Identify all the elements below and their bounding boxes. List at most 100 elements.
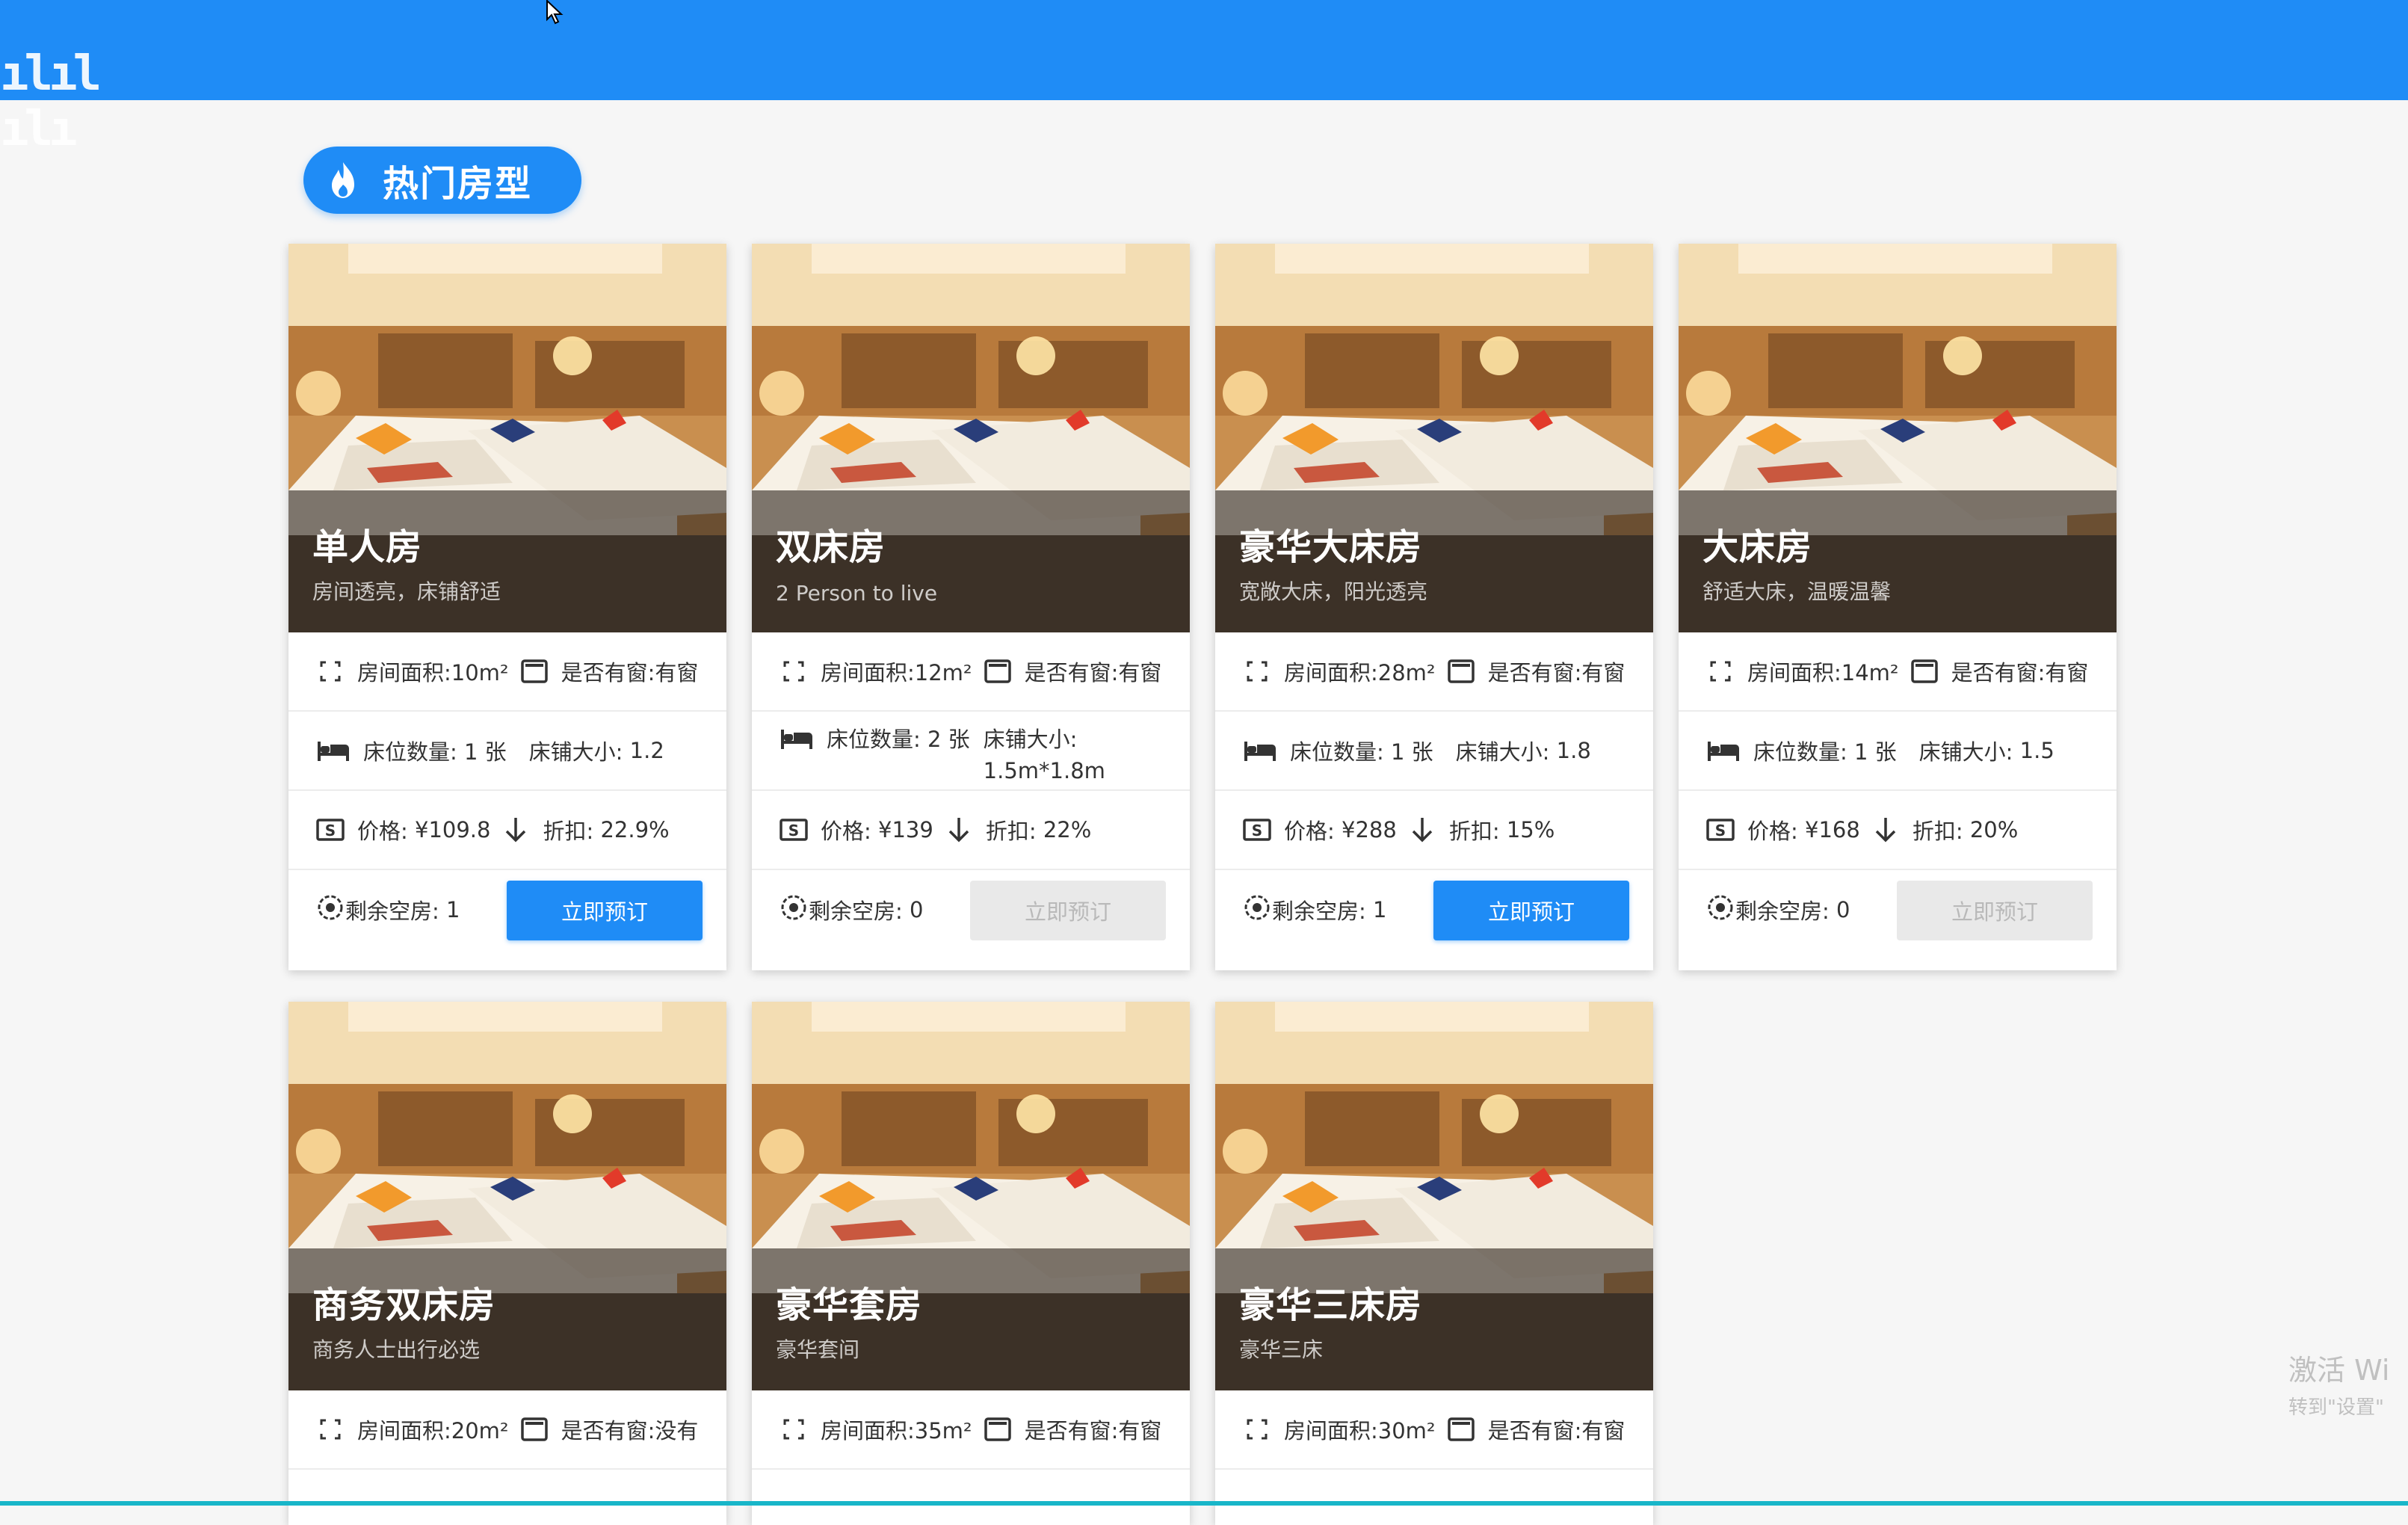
discount-label: 折扣:: [1449, 814, 1500, 845]
windows-activation-watermark: 激活 Wi 转到"设置": [2288, 1352, 2408, 1426]
book-now-button[interactable]: 立即预订: [1433, 881, 1629, 940]
stock-value: 0: [910, 897, 923, 922]
bed-count-label: 床位数量:: [827, 727, 921, 752]
discount-label: 折扣:: [986, 814, 1037, 845]
room-bed-row: 床位数量: 2 张 床铺大小:1.5m*1.8m: [752, 712, 1190, 791]
room-window: 是否有窗:没有: [561, 1414, 699, 1445]
dollar-icon: S: [779, 815, 809, 845]
room-photo: 豪华套房 豪华套间: [752, 1002, 1190, 1390]
bed-count-label: 床位数量:: [1290, 735, 1384, 766]
stock-label: 剩余空房:: [1735, 894, 1830, 925]
book-now-button[interactable]: 立即预订: [507, 881, 703, 940]
room-card[interactable]: 双床房 2 Person to live 房间面积:12m² 是否有窗:有窗 床…: [752, 244, 1190, 970]
room-area: 房间面积:28m²: [1284, 656, 1436, 687]
room-description: 房间透亮，床铺舒适: [312, 576, 501, 606]
bed-count-label: 床位数量:: [1753, 735, 1847, 766]
bed-icon: [315, 736, 351, 765]
book-now-button[interactable]: 立即预订: [970, 881, 1166, 940]
target-icon: [1705, 893, 1735, 928]
target-icon: [1242, 893, 1272, 928]
expand-icon: [1242, 1414, 1272, 1444]
bed-count-label: 床位数量:: [363, 735, 457, 766]
arrow-down-icon: [1871, 815, 1901, 845]
bed-size: 1.5: [2020, 738, 2054, 763]
room-bed-row: 床位数量: 1 张 床铺大小: 1.2: [288, 712, 726, 791]
window-icon: [519, 1414, 549, 1444]
window-icon: [1910, 656, 1939, 686]
room-name: 大床房: [1702, 517, 1812, 570]
room-description: 宽敞大床，阳光透亮: [1239, 576, 1427, 606]
target-icon: [315, 893, 345, 928]
room-name: 商务双床房: [312, 1275, 496, 1328]
price-label: 价格:: [1747, 814, 1798, 845]
room-area: 房间面积:20m²: [357, 1414, 509, 1445]
expand-icon: [1705, 656, 1735, 686]
window-icon: [1446, 656, 1476, 686]
book-now-button[interactable]: 立即预订: [1897, 881, 2093, 940]
room-window: 是否有窗:有窗: [1951, 656, 2089, 687]
room-card[interactable]: 豪华大床房 宽敞大床，阳光透亮 房间面积:28m² 是否有窗:有窗 床位数量: …: [1215, 244, 1653, 970]
price-label: 价格:: [821, 814, 871, 845]
room-name: 豪华大床房: [1239, 517, 1422, 570]
room-card[interactable]: 大床房 舒适大床，温暖温馨 房间面积:14m² 是否有窗:有窗 床位数量: 1 …: [1679, 244, 2117, 970]
room-area-window-row: 房间面积:20m² 是否有窗:没有: [288, 1390, 726, 1470]
expand-icon: [779, 656, 809, 686]
price-label: 价格:: [357, 814, 408, 845]
discount-value: 20%: [1970, 817, 2018, 842]
room-card[interactable]: 单人房 房间透亮，床铺舒适 房间面积:10m² 是否有窗:有窗 床位数量: 1 …: [288, 244, 726, 970]
price-label: 价格:: [1284, 814, 1335, 845]
room-area-window-row: 房间面积:10m² 是否有窗:有窗: [288, 632, 726, 712]
dollar-icon: S: [315, 815, 345, 845]
bed-count: 1 张: [1854, 735, 1897, 766]
arrow-down-icon: [501, 815, 531, 845]
svg-text:S: S: [1252, 822, 1262, 839]
arrow-down-icon: [1407, 815, 1437, 845]
room-photo: 豪华三床房 豪华三床: [1215, 1002, 1653, 1390]
room-window: 是否有窗:有窗: [1488, 1414, 1626, 1445]
arrow-down-icon: [944, 815, 974, 845]
room-card[interactable]: 豪华套房 豪华套间 房间面积:35m² 是否有窗:有窗: [752, 1002, 1190, 1525]
bed-size-label: 床铺大小:: [984, 727, 1078, 752]
bed-icon: [779, 724, 815, 754]
stock-label: 剩余空房:: [1272, 894, 1366, 925]
bed-size: 1.8: [1557, 738, 1591, 763]
room-window: 是否有窗:有窗: [1025, 656, 1162, 687]
stock-label: 剩余空房:: [809, 894, 903, 925]
stock-value: 1: [1373, 897, 1386, 922]
price-value: ¥288: [1342, 817, 1397, 842]
room-window: 是否有窗:有窗: [561, 656, 699, 687]
room-area-window-row: 房间面积:30m² 是否有窗:有窗: [1215, 1390, 1653, 1470]
stock-label: 剩余空房:: [345, 894, 439, 925]
fire-icon: [326, 161, 360, 200]
bilibili-logo-icon: ılıl ılı: [0, 46, 149, 136]
top-header-bar: [0, 0, 2408, 100]
discount-value: 15%: [1507, 817, 1555, 842]
room-description: 2 Person to live: [776, 581, 937, 606]
bed-size-label: 床铺大小:: [1919, 735, 2013, 766]
room-stock-row: 剩余空房: 0 立即预订: [1679, 870, 2117, 949]
expand-icon: [1242, 656, 1272, 686]
room-area-window-row: 房间面积:28m² 是否有窗:有窗: [1215, 632, 1653, 712]
discount-value: 22%: [1043, 817, 1091, 842]
room-area: 房间面积:35m²: [821, 1414, 972, 1445]
room-area-window-row: 房间面积:35m² 是否有窗:有窗: [752, 1390, 1190, 1470]
room-name: 豪华套房: [776, 1275, 922, 1328]
room-card[interactable]: 豪华三床房 豪华三床 房间面积:30m² 是否有窗:有窗: [1215, 1002, 1653, 1525]
room-bed-row: 床位数量: 1 张 床铺大小: 1.5: [1679, 712, 2117, 791]
room-description: 豪华套间: [776, 1334, 859, 1364]
room-description: 舒适大床，温暖温馨: [1702, 576, 1891, 606]
discount-value: 22.9%: [600, 817, 669, 842]
stock-value: 1: [446, 897, 460, 922]
room-stock-row: 剩余空房: 0 立即预订: [752, 870, 1190, 949]
room-price-row: S 价格: ¥139 折扣: 22%: [752, 791, 1190, 870]
room-card[interactable]: 商务双床房 商务人士出行必选 房间面积:20m² 是否有窗:没有: [288, 1002, 726, 1525]
price-value: ¥168: [1805, 817, 1860, 842]
room-name: 单人房: [312, 517, 422, 570]
room-price-row: S 价格: ¥288 折扣: 15%: [1215, 791, 1653, 870]
room-photo: 豪华大床房 宽敞大床，阳光透亮: [1215, 244, 1653, 632]
bed-size-label: 床铺大小:: [1456, 735, 1550, 766]
room-description: 豪华三床: [1239, 1334, 1323, 1364]
target-icon: [779, 893, 809, 928]
room-name: 双床房: [776, 517, 886, 570]
room-photo: 大床房 舒适大床，温暖温馨: [1679, 244, 2117, 632]
